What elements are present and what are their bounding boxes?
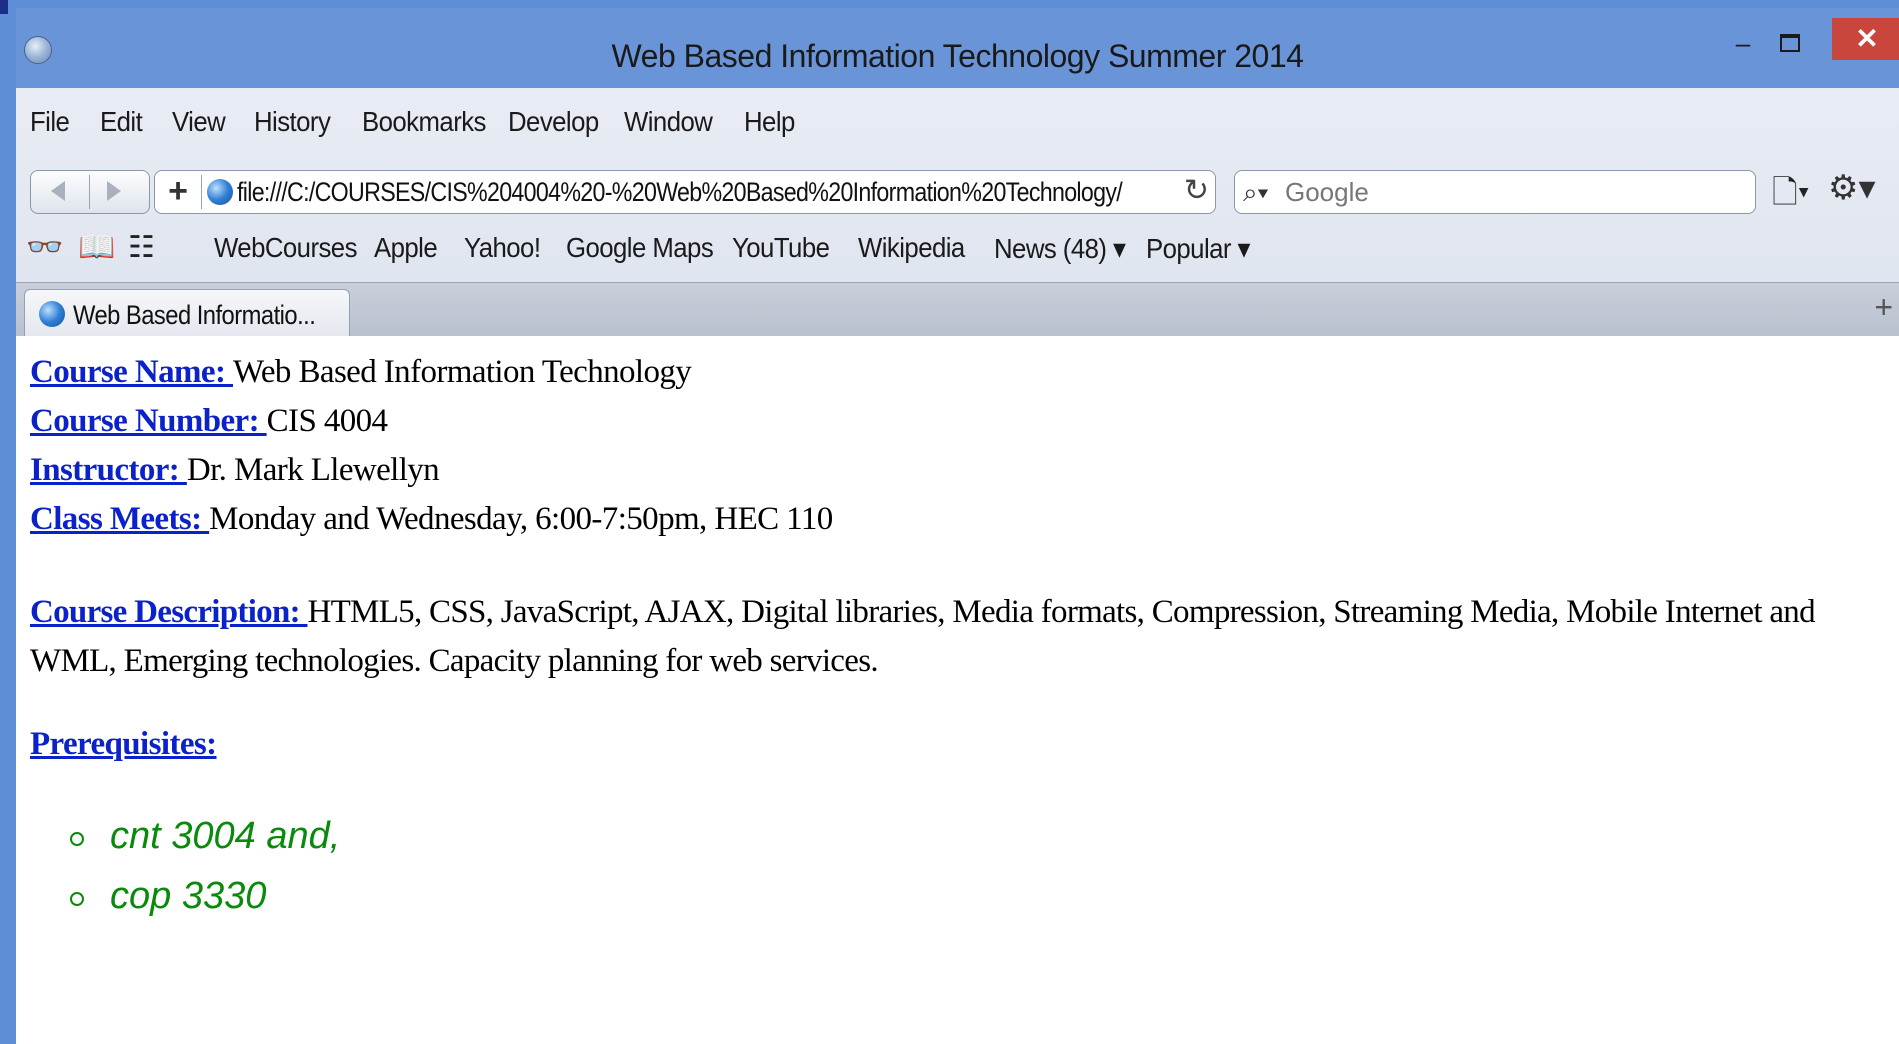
top-sites-grid-icon[interactable]: ☷: [128, 230, 155, 265]
reload-icon[interactable]: ↻: [1184, 173, 1209, 208]
globe-icon: [39, 301, 65, 327]
gear-icon[interactable]: ⚙▾: [1828, 168, 1876, 208]
menu-file[interactable]: File: [30, 106, 70, 138]
title-bar[interactable]: Web Based Information Technology Summer …: [16, 8, 1899, 88]
course-number-value: CIS 4004: [266, 403, 388, 439]
course-description: Course Description: HTML5, CSS, JavaScri…: [30, 588, 1890, 686]
bookmark-google-maps[interactable]: Google Maps: [566, 232, 714, 264]
new-tab-button[interactable]: +: [1874, 289, 1893, 326]
add-bookmark-button[interactable]: +: [163, 173, 193, 211]
menu-develop[interactable]: Develop: [508, 106, 599, 138]
globe-icon: [207, 179, 233, 205]
tab-active[interactable]: Web Based Informatio...: [24, 289, 350, 338]
prerequisites-link[interactable]: Prerequisites:: [30, 726, 217, 762]
bookmark-apple[interactable]: Apple: [374, 232, 438, 264]
instructor-line: Instructor: Dr. Mark Llewellyn: [30, 452, 440, 489]
menu-bar: File Edit View History Bookmarks Develop…: [16, 88, 1899, 156]
tab-label: Web Based Informatio...: [73, 300, 316, 330]
bookmark-yahoo[interactable]: Yahoo!: [464, 232, 541, 264]
menu-history[interactable]: History: [254, 106, 331, 138]
course-number-line: Course Number: CIS 4004: [30, 403, 388, 440]
menu-help[interactable]: Help: [744, 106, 795, 138]
navigation-bar: + file:///C:/COURSES/CIS%204004%20-%20We…: [16, 156, 1899, 222]
address-bar[interactable]: + file:///C:/COURSES/CIS%204004%20-%20We…: [154, 170, 1216, 214]
url-text[interactable]: file:///C:/COURSES/CIS%204004%20-%20Web%…: [237, 177, 1123, 208]
prerequisites-heading: Prerequisites:: [30, 726, 217, 763]
class-meets-value: Monday and Wednesday, 6:00-7:50pm, HEC 1…: [209, 501, 833, 537]
forward-button[interactable]: [107, 181, 121, 201]
instructor-value: Dr. Mark Llewellyn: [186, 452, 440, 488]
bookmark-webcourses[interactable]: WebCourses: [214, 232, 357, 264]
course-number-link[interactable]: Course Number:: [30, 403, 267, 439]
reading-list-icon[interactable]: 👓: [26, 230, 63, 265]
bookmarks-book-icon[interactable]: 📖: [78, 230, 115, 265]
list-item: cop 3330: [70, 866, 340, 926]
search-box[interactable]: ⌕▾: [1234, 170, 1756, 214]
class-meets-line: Class Meets: Monday and Wednesday, 6:00-…: [30, 501, 833, 538]
page-menu-icon[interactable]: 🗋▾: [1772, 170, 1810, 224]
nav-separator: [89, 175, 90, 209]
tab-bar: Web Based Informatio... +: [16, 282, 1899, 338]
bookmark-popular[interactable]: Popular ▾: [1146, 232, 1250, 265]
bookmark-youtube[interactable]: YouTube: [732, 232, 830, 264]
address-separator: [201, 175, 202, 209]
window-title: Web Based Information Technology Summer …: [611, 38, 1304, 74]
close-button[interactable]: ✕: [1832, 18, 1899, 60]
course-name-value: Web Based Information Technology: [232, 354, 692, 390]
list-item: cnt 3004 and,: [70, 806, 340, 866]
bookmark-wikipedia[interactable]: Wikipedia: [858, 232, 965, 264]
course-name-line: Course Name: Web Based Information Techn…: [30, 354, 692, 391]
search-input[interactable]: [1283, 175, 1747, 209]
back-forward-group: [30, 170, 150, 214]
bookmarks-bar: 👓 📖 ☷ WebCourses Apple Yahoo! Google Map…: [16, 222, 1899, 276]
window-frame: Web Based Information Technology Summer …: [0, 0, 1899, 1044]
window-corner-accent: [0, 0, 8, 14]
menu-edit[interactable]: Edit: [100, 106, 143, 138]
course-name-link[interactable]: Course Name:: [30, 354, 233, 390]
instructor-link[interactable]: Instructor:: [30, 452, 187, 488]
browser-chrome: File Edit View History Bookmarks Develop…: [16, 88, 1899, 338]
back-button[interactable]: [51, 181, 65, 201]
minimize-button[interactable]: –: [1729, 28, 1757, 60]
menu-bookmarks[interactable]: Bookmarks: [362, 106, 486, 138]
course-description-link[interactable]: Course Description:: [30, 594, 307, 630]
page-content: Course Name: Web Based Information Techn…: [16, 336, 1899, 1044]
menu-window[interactable]: Window: [624, 106, 713, 138]
bookmark-news[interactable]: News (48) ▾: [994, 232, 1126, 265]
prerequisites-list: cnt 3004 and, cop 3330: [70, 806, 340, 926]
class-meets-link[interactable]: Class Meets:: [30, 501, 209, 537]
maximize-button[interactable]: [1776, 28, 1804, 60]
search-icon[interactable]: ⌕▾: [1243, 177, 1268, 209]
maximize-icon: [1780, 34, 1800, 52]
window-left-border: [0, 0, 16, 1044]
menu-view[interactable]: View: [172, 106, 226, 138]
